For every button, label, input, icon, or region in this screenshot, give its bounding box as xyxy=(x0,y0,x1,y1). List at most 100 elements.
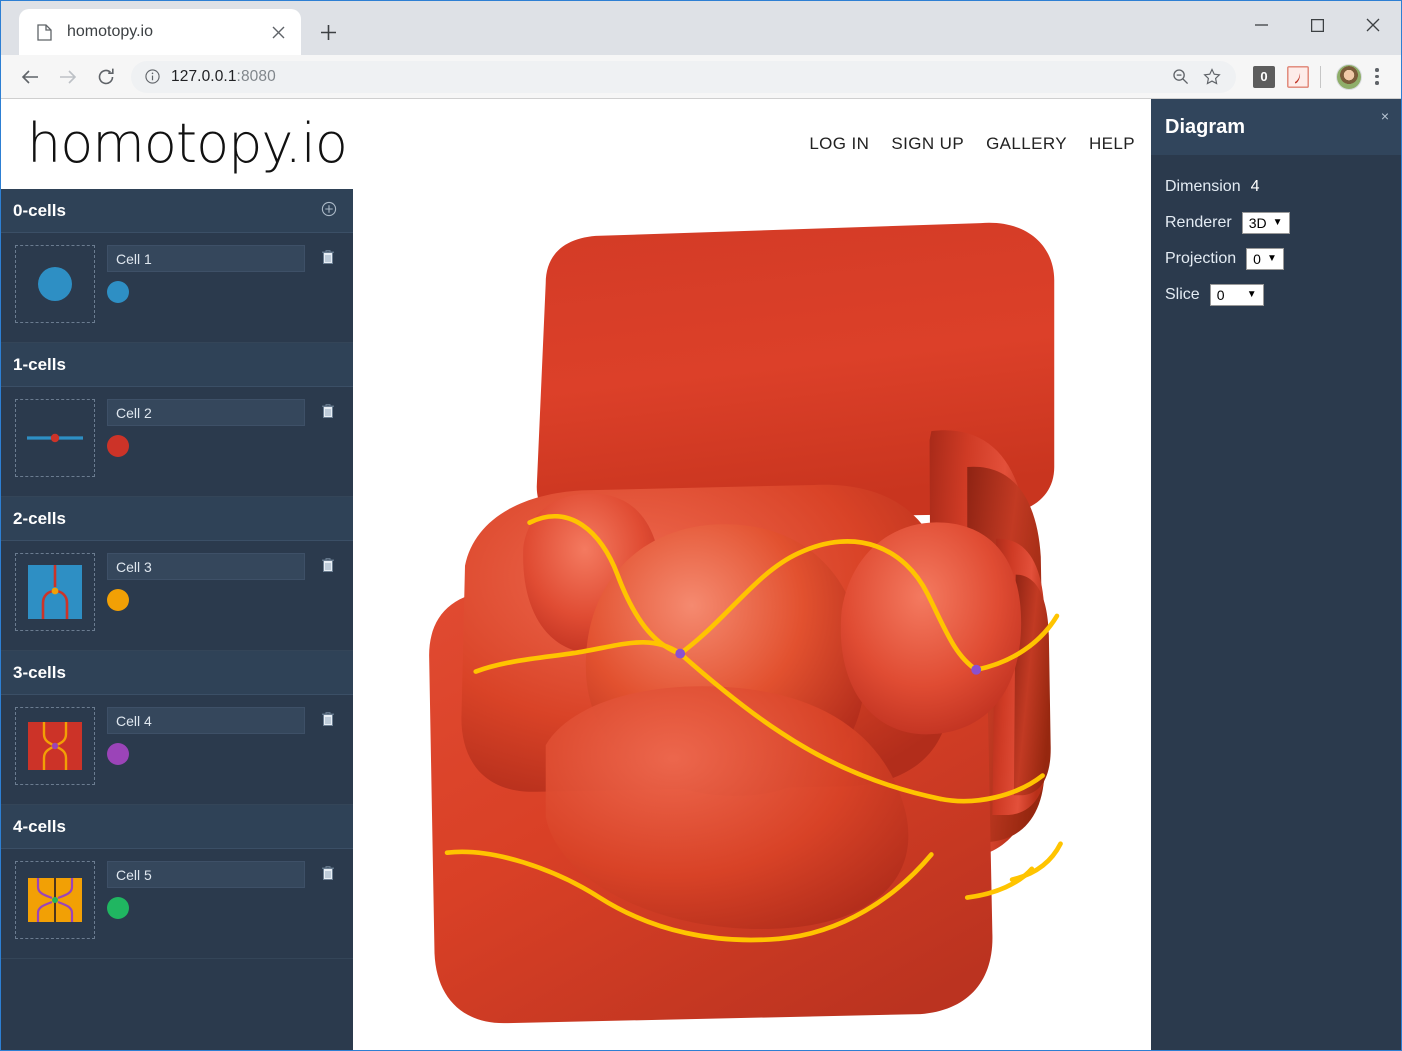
row-renderer: Renderer 3D ▼ xyxy=(1159,205,1401,241)
web-page: homotopy.io 0-cells Cell 1 1-cells Cell … xyxy=(1,99,1401,1050)
site-logo[interactable]: homotopy.io xyxy=(1,99,353,189)
cell-main: Cell 5 xyxy=(107,861,305,919)
panel-title: Diagram xyxy=(1165,115,1246,138)
page-icon xyxy=(35,23,53,41)
signature-cell-row[interactable]: Cell 1 xyxy=(1,233,353,343)
row-projection: Projection 0 ▼ xyxy=(1159,241,1401,277)
three-dots-icon[interactable] xyxy=(1363,63,1391,91)
plus-icon[interactable] xyxy=(311,15,345,49)
slice-select[interactable]: 0 ▼ xyxy=(1209,284,1264,306)
chevron-down-icon: ▼ xyxy=(1272,217,1283,228)
info-circle-icon[interactable] xyxy=(141,66,163,88)
cell-main: Cell 4 xyxy=(107,707,305,765)
plus-circle-icon[interactable] xyxy=(321,201,337,220)
group-title: 2-cells xyxy=(13,508,66,528)
trash-icon[interactable] xyxy=(317,399,339,419)
maximize-icon[interactable] xyxy=(1289,5,1345,45)
pdf-extension-icon[interactable] xyxy=(1284,63,1312,91)
cell-main: Cell 1 xyxy=(107,245,305,303)
tab-title: homotopy.io xyxy=(67,23,153,40)
url-text: 127.0.0.1:8080 xyxy=(171,68,276,86)
url-host: 127.0.0.1 xyxy=(171,67,237,85)
renderer-select-value: 3D xyxy=(1248,215,1267,231)
cell-main: Cell 3 xyxy=(107,553,305,611)
address-bar[interactable]: 127.0.0.1:8080 xyxy=(131,60,1236,93)
diagram-viewport: LOG IN SIGN UP GALLERY HELP xyxy=(353,99,1151,1050)
profile-avatar-image xyxy=(1336,63,1362,90)
signature-cell-row[interactable]: Cell 3 xyxy=(1,541,353,651)
slice-select-value: 0 xyxy=(1216,287,1225,303)
group-title: 1-cells xyxy=(13,354,66,374)
arrow-right-icon[interactable] xyxy=(49,58,87,96)
browser-tab[interactable]: homotopy.io xyxy=(19,9,301,55)
cell-main: Cell 2 xyxy=(107,399,305,457)
nav-help[interactable]: HELP xyxy=(1089,134,1135,154)
browser-window: homotopy.io 127.0.0.1:8080 0 homotopy.io… xyxy=(0,0,1402,1051)
counter-extension-icon[interactable]: 0 xyxy=(1250,63,1278,91)
close-icon[interactable] xyxy=(267,21,289,43)
cell-name-input[interactable]: Cell 5 xyxy=(107,861,305,888)
row-dimension: Dimension 4 xyxy=(1159,169,1401,205)
group-title: 3-cells xyxy=(13,662,66,682)
trash-icon[interactable] xyxy=(317,861,339,881)
signature-group-header-4cells: 4-cells xyxy=(1,805,353,849)
trash-icon[interactable] xyxy=(317,707,339,727)
cell-color-swatch[interactable] xyxy=(107,897,129,919)
group-title: 0-cells xyxy=(13,200,66,220)
group-title: 4-cells xyxy=(13,816,66,836)
chevron-down-icon: ▼ xyxy=(1246,289,1257,300)
cell-thumbnail-braid[interactable] xyxy=(15,707,95,785)
avatar[interactable] xyxy=(1335,63,1363,91)
renderer-label: Renderer xyxy=(1165,214,1232,231)
nav-sign-up[interactable]: SIGN UP xyxy=(891,134,964,154)
trash-icon[interactable] xyxy=(317,553,339,573)
cell-color-swatch[interactable] xyxy=(107,281,129,303)
close-icon[interactable] xyxy=(1345,5,1401,45)
cell-thumbnail-point[interactable] xyxy=(15,245,95,323)
cell-color-swatch[interactable] xyxy=(107,743,129,765)
signature-cell-row[interactable]: Cell 5 xyxy=(1,849,353,959)
chevron-down-icon: ▼ xyxy=(1266,253,1277,264)
signature-cell-row[interactable]: Cell 2 xyxy=(1,387,353,497)
cell-color-swatch[interactable] xyxy=(107,435,129,457)
signature-cell-row[interactable]: Cell 4 xyxy=(1,695,353,805)
cell-thumbnail-wire[interactable] xyxy=(15,399,95,477)
site-nav: LOG IN SIGN UP GALLERY HELP xyxy=(353,99,1151,189)
signature-group-header-2cells: 2-cells xyxy=(1,497,353,541)
signature-sidebar: 0-cells Cell 1 1-cells Cell 2 2-cells Ce… xyxy=(1,189,353,1050)
projection-select[interactable]: 0 ▼ xyxy=(1246,248,1284,270)
reload-icon[interactable] xyxy=(87,58,125,96)
zoom-out-icon[interactable] xyxy=(1166,63,1194,91)
window-controls xyxy=(1233,1,1401,49)
trash-icon[interactable] xyxy=(317,245,339,265)
cell-name-input[interactable]: Cell 4 xyxy=(107,707,305,734)
surface-render xyxy=(429,222,1063,1024)
cell-thumbnail-cross[interactable] xyxy=(15,861,95,939)
diagram-panel-header: Diagram × xyxy=(1151,99,1401,155)
slice-label: Slice xyxy=(1165,286,1200,303)
minimize-icon[interactable] xyxy=(1233,5,1289,45)
vertex-point xyxy=(971,664,982,675)
url-port: :8080 xyxy=(236,67,276,85)
dimension-value: 4 xyxy=(1250,178,1260,195)
cell-color-swatch[interactable] xyxy=(107,589,129,611)
toolbar-divider xyxy=(1320,65,1321,88)
arrow-left-icon[interactable] xyxy=(11,58,49,96)
close-icon[interactable]: × xyxy=(1381,108,1389,124)
signature-group-header-1cells: 1-cells xyxy=(1,343,353,387)
cell-name-input[interactable]: Cell 3 xyxy=(107,553,305,580)
cell-name-input[interactable]: Cell 2 xyxy=(107,399,305,426)
dimension-label: Dimension xyxy=(1165,178,1241,195)
vertex-point xyxy=(675,648,686,659)
cell-name-input[interactable]: Cell 1 xyxy=(107,245,305,272)
diagram-panel: Diagram × Dimension 4 Renderer 3D ▼ Proj… xyxy=(1151,99,1401,1050)
renderer-select[interactable]: 3D ▼ xyxy=(1241,212,1290,234)
star-icon[interactable] xyxy=(1198,63,1226,91)
cell-thumbnail-merge[interactable] xyxy=(15,553,95,631)
nav-log-in[interactable]: LOG IN xyxy=(809,134,869,154)
nav-gallery[interactable]: GALLERY xyxy=(986,134,1067,154)
signature-group-header-3cells: 3-cells xyxy=(1,651,353,695)
three-d-canvas[interactable] xyxy=(353,189,1151,1050)
projection-label: Projection xyxy=(1165,250,1237,267)
tab-strip: homotopy.io xyxy=(1,1,1401,55)
